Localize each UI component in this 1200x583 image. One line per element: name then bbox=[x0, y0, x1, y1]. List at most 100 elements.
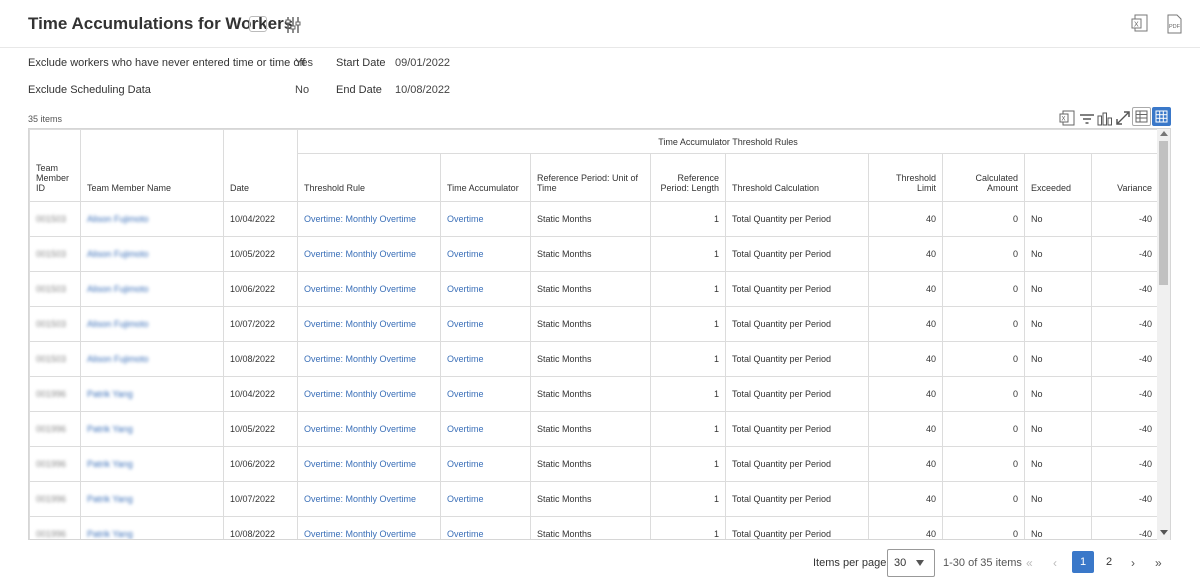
cell-link[interactable]: Alison Fujimoto bbox=[87, 319, 149, 329]
table-row[interactable]: 001996 Patrik Yang 10/05/2022 Overtime: Mon… bbox=[29, 411, 1159, 447]
cell-rule[interactable]: Overtime: Monthly Overtime bbox=[297, 411, 441, 447]
scroll-thumb[interactable] bbox=[1159, 141, 1168, 285]
cell-link[interactable]: Patrik Yang bbox=[87, 494, 133, 504]
cell-rule[interactable]: Overtime: Monthly Overtime bbox=[297, 201, 441, 237]
cell-link[interactable]: Overtime: Monthly Overtime bbox=[304, 389, 416, 399]
column-header[interactable]: Variance bbox=[1091, 153, 1159, 202]
cell-accumulator[interactable]: Overtime bbox=[440, 516, 531, 539]
page-button-1[interactable]: 1 bbox=[1072, 551, 1094, 573]
cell-rule[interactable]: Overtime: Monthly Overtime bbox=[297, 341, 441, 377]
first-page-icon[interactable]: « bbox=[1026, 556, 1033, 570]
page-button-2[interactable]: 2 bbox=[1098, 551, 1120, 573]
table-row[interactable]: 001996 Patrik Yang 10/06/2022 Overtime: Mon… bbox=[29, 446, 1159, 482]
cell-link[interactable]: Overtime bbox=[447, 494, 484, 504]
filter-icon[interactable] bbox=[1079, 111, 1095, 127]
excel-export-icon[interactable]: X bbox=[1131, 14, 1149, 34]
cell-link[interactable]: Alison Fujimoto bbox=[87, 284, 149, 294]
column-header[interactable]: Team Member ID bbox=[29, 129, 81, 202]
cell-link[interactable]: Overtime: Monthly Overtime bbox=[304, 459, 416, 469]
cell-name[interactable]: Patrik Yang bbox=[80, 481, 224, 517]
cell-link[interactable]: Overtime bbox=[447, 319, 484, 329]
cell-accumulator[interactable]: Overtime bbox=[440, 446, 531, 482]
tune-icon[interactable] bbox=[284, 15, 302, 35]
cell-accumulator[interactable]: Overtime bbox=[440, 411, 531, 447]
cell-link[interactable]: Alison Fujimoto bbox=[87, 249, 149, 259]
grid-view-button[interactable] bbox=[1152, 107, 1171, 126]
cell-name[interactable]: Patrik Yang bbox=[80, 516, 224, 539]
scroll-down-icon[interactable] bbox=[1160, 530, 1168, 535]
cell-link[interactable]: Alison Fujimoto bbox=[87, 214, 149, 224]
cell-link[interactable]: Overtime bbox=[447, 249, 484, 259]
table-row[interactable]: 001503 Alison Fujimoto 10/05/2022 Overtime:… bbox=[29, 236, 1159, 272]
grid-scrollbar[interactable] bbox=[1157, 129, 1170, 540]
column-header[interactable]: Threshold Limit bbox=[868, 153, 943, 202]
fullscreen-icon[interactable] bbox=[1115, 110, 1131, 126]
cell-link[interactable]: Overtime bbox=[447, 214, 484, 224]
cell-rule[interactable]: Overtime: Monthly Overtime bbox=[297, 481, 441, 517]
column-header[interactable]: Reference Period: Length bbox=[650, 153, 726, 202]
cell-link[interactable]: Patrik Yang bbox=[87, 459, 133, 469]
cell-name[interactable]: Alison Fujimoto bbox=[80, 271, 224, 307]
cell-link[interactable]: Patrik Yang bbox=[87, 529, 133, 539]
cell-link[interactable]: Patrik Yang bbox=[87, 389, 133, 399]
cell-name[interactable]: Patrik Yang bbox=[80, 446, 224, 482]
pdf-export-icon[interactable]: PDF bbox=[1165, 14, 1183, 34]
cell-link[interactable]: Overtime bbox=[447, 424, 484, 434]
cell-link[interactable]: Overtime: Monthly Overtime bbox=[304, 284, 416, 294]
columns-icon[interactable] bbox=[1097, 110, 1113, 126]
next-page-icon[interactable]: › bbox=[1131, 556, 1135, 570]
column-header[interactable]: Threshold Rule bbox=[297, 153, 441, 202]
cell-link[interactable]: Overtime: Monthly Overtime bbox=[304, 249, 416, 259]
cell-accumulator[interactable]: Overtime bbox=[440, 271, 531, 307]
cell-link[interactable]: Patrik Yang bbox=[87, 424, 133, 434]
cell-name[interactable]: Alison Fujimoto bbox=[80, 201, 224, 237]
cell-accumulator[interactable]: Overtime bbox=[440, 201, 531, 237]
column-header[interactable]: Time Accumulator bbox=[440, 153, 531, 202]
cell-link[interactable]: Alison Fujimoto bbox=[87, 354, 149, 364]
column-header[interactable]: Date bbox=[223, 129, 298, 202]
cell-link[interactable]: Overtime bbox=[447, 389, 484, 399]
cell-accumulator[interactable]: Overtime bbox=[440, 306, 531, 342]
table-row[interactable]: 001503 Alison Fujimoto 10/07/2022 Overtime:… bbox=[29, 306, 1159, 342]
items-per-page-select[interactable]: 30 bbox=[887, 549, 935, 577]
cell-accumulator[interactable]: Overtime bbox=[440, 341, 531, 377]
column-header[interactable]: Exceeded bbox=[1024, 153, 1092, 202]
cell-rule[interactable]: Overtime: Monthly Overtime bbox=[297, 271, 441, 307]
cell-rule[interactable]: Overtime: Monthly Overtime bbox=[297, 376, 441, 412]
more-actions-button[interactable]: ··· bbox=[249, 16, 267, 32]
table-row[interactable]: 001503 Alison Fujimoto 10/08/2022 Overtime:… bbox=[29, 341, 1159, 377]
cell-name[interactable]: Patrik Yang bbox=[80, 411, 224, 447]
column-header[interactable]: Reference Period: Unit of Time bbox=[530, 153, 651, 202]
table-row[interactable]: 001996 Patrik Yang 10/07/2022 Overtime: Mon… bbox=[29, 481, 1159, 517]
cell-link[interactable]: Overtime bbox=[447, 284, 484, 294]
last-page-icon[interactable]: » bbox=[1155, 556, 1162, 570]
table-row[interactable]: 001996 Patrik Yang 10/08/2022 Overtime: Mon… bbox=[29, 516, 1159, 539]
column-header[interactable]: Team Member Name bbox=[80, 129, 224, 202]
cell-rule[interactable]: Overtime: Monthly Overtime bbox=[297, 236, 441, 272]
column-header[interactable]: Calculated Amount bbox=[942, 153, 1025, 202]
cell-rule[interactable]: Overtime: Monthly Overtime bbox=[297, 306, 441, 342]
cell-link[interactable]: Overtime bbox=[447, 459, 484, 469]
cell-name[interactable]: Patrik Yang bbox=[80, 376, 224, 412]
excel-export-icon[interactable]: X bbox=[1059, 110, 1075, 126]
cell-accumulator[interactable]: Overtime bbox=[440, 236, 531, 272]
previous-page-icon[interactable]: ‹ bbox=[1053, 556, 1057, 570]
cell-link[interactable]: Overtime: Monthly Overtime bbox=[304, 214, 416, 224]
table-row[interactable]: 001996 Patrik Yang 10/04/2022 Overtime: Mon… bbox=[29, 376, 1159, 412]
cell-link[interactable]: Overtime bbox=[447, 354, 484, 364]
scroll-up-icon[interactable] bbox=[1160, 131, 1168, 136]
cell-name[interactable]: Alison Fujimoto bbox=[80, 341, 224, 377]
cell-name[interactable]: Alison Fujimoto bbox=[80, 236, 224, 272]
cell-link[interactable]: Overtime: Monthly Overtime bbox=[304, 529, 416, 539]
cell-accumulator[interactable]: Overtime bbox=[440, 376, 531, 412]
table-row[interactable]: 001503 Alison Fujimoto 10/04/2022 Overtime:… bbox=[29, 201, 1159, 237]
cell-rule[interactable]: Overtime: Monthly Overtime bbox=[297, 516, 441, 539]
cell-link[interactable]: Overtime: Monthly Overtime bbox=[304, 494, 416, 504]
cell-link[interactable]: Overtime: Monthly Overtime bbox=[304, 424, 416, 434]
cell-link[interactable]: Overtime: Monthly Overtime bbox=[304, 319, 416, 329]
column-header[interactable]: Threshold Calculation bbox=[725, 153, 869, 202]
table-row[interactable]: 001503 Alison Fujimoto 10/06/2022 Overtime:… bbox=[29, 271, 1159, 307]
cell-accumulator[interactable]: Overtime bbox=[440, 481, 531, 517]
cell-name[interactable]: Alison Fujimoto bbox=[80, 306, 224, 342]
cell-link[interactable]: Overtime bbox=[447, 529, 484, 539]
